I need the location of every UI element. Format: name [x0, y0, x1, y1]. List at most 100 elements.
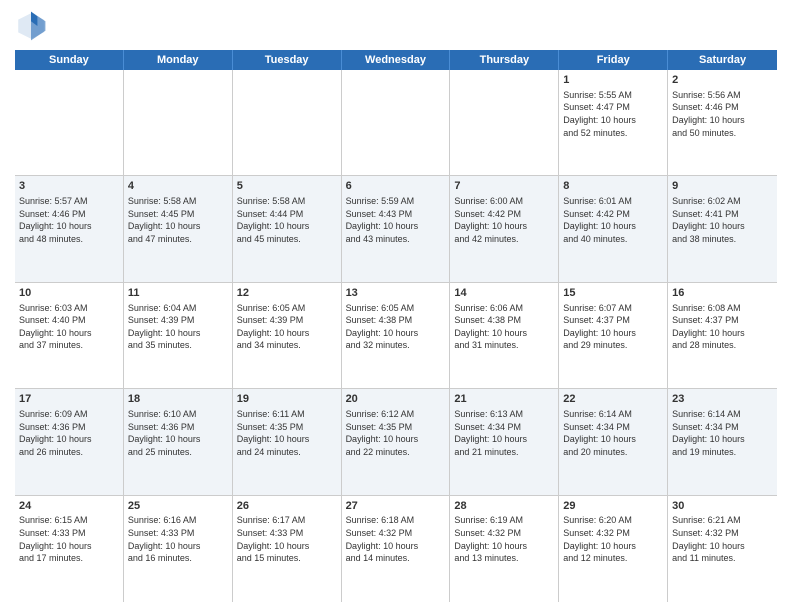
day-23: 23Sunrise: 6:14 AMSunset: 4:34 PMDayligh…	[668, 389, 777, 494]
day-info: Sunrise: 6:08 AMSunset: 4:37 PMDaylight:…	[672, 302, 773, 352]
day-11: 11Sunrise: 6:04 AMSunset: 4:39 PMDayligh…	[124, 283, 233, 388]
day-info: Sunrise: 6:18 AMSunset: 4:32 PMDaylight:…	[346, 514, 446, 564]
day-18: 18Sunrise: 6:10 AMSunset: 4:36 PMDayligh…	[124, 389, 233, 494]
day-info: Sunrise: 6:12 AMSunset: 4:35 PMDaylight:…	[346, 408, 446, 458]
day-20: 20Sunrise: 6:12 AMSunset: 4:35 PMDayligh…	[342, 389, 451, 494]
day-number: 26	[237, 499, 337, 514]
day-number: 23	[672, 392, 773, 407]
day-2: 2Sunrise: 5:56 AMSunset: 4:46 PMDaylight…	[668, 70, 777, 175]
empty-cell	[15, 70, 124, 175]
day-6: 6Sunrise: 5:59 AMSunset: 4:43 PMDaylight…	[342, 176, 451, 281]
day-info: Sunrise: 5:55 AMSunset: 4:47 PMDaylight:…	[563, 89, 663, 139]
day-29: 29Sunrise: 6:20 AMSunset: 4:32 PMDayligh…	[559, 496, 668, 602]
day-number: 3	[19, 179, 119, 194]
day-27: 27Sunrise: 6:18 AMSunset: 4:32 PMDayligh…	[342, 496, 451, 602]
week-row-4: 17Sunrise: 6:09 AMSunset: 4:36 PMDayligh…	[15, 389, 777, 495]
day-info: Sunrise: 6:05 AMSunset: 4:38 PMDaylight:…	[346, 302, 446, 352]
day-14: 14Sunrise: 6:06 AMSunset: 4:38 PMDayligh…	[450, 283, 559, 388]
day-info: Sunrise: 6:09 AMSunset: 4:36 PMDaylight:…	[19, 408, 119, 458]
day-7: 7Sunrise: 6:00 AMSunset: 4:42 PMDaylight…	[450, 176, 559, 281]
day-5: 5Sunrise: 5:58 AMSunset: 4:44 PMDaylight…	[233, 176, 342, 281]
day-3: 3Sunrise: 5:57 AMSunset: 4:46 PMDaylight…	[15, 176, 124, 281]
day-number: 14	[454, 286, 554, 301]
day-info: Sunrise: 6:21 AMSunset: 4:32 PMDaylight:…	[672, 514, 773, 564]
day-number: 21	[454, 392, 554, 407]
empty-cell	[124, 70, 233, 175]
day-number: 10	[19, 286, 119, 301]
header-day-friday: Friday	[559, 50, 668, 70]
calendar-body: 1Sunrise: 5:55 AMSunset: 4:47 PMDaylight…	[15, 70, 777, 602]
day-number: 16	[672, 286, 773, 301]
day-26: 26Sunrise: 6:17 AMSunset: 4:33 PMDayligh…	[233, 496, 342, 602]
header-day-thursday: Thursday	[450, 50, 559, 70]
day-info: Sunrise: 5:58 AMSunset: 4:45 PMDaylight:…	[128, 195, 228, 245]
week-row-1: 1Sunrise: 5:55 AMSunset: 4:47 PMDaylight…	[15, 70, 777, 176]
day-info: Sunrise: 6:07 AMSunset: 4:37 PMDaylight:…	[563, 302, 663, 352]
day-info: Sunrise: 6:19 AMSunset: 4:32 PMDaylight:…	[454, 514, 554, 564]
day-info: Sunrise: 6:15 AMSunset: 4:33 PMDaylight:…	[19, 514, 119, 564]
header-day-wednesday: Wednesday	[342, 50, 451, 70]
header-day-monday: Monday	[124, 50, 233, 70]
day-12: 12Sunrise: 6:05 AMSunset: 4:39 PMDayligh…	[233, 283, 342, 388]
day-info: Sunrise: 6:05 AMSunset: 4:39 PMDaylight:…	[237, 302, 337, 352]
page: SundayMondayTuesdayWednesdayThursdayFrid…	[0, 0, 792, 612]
day-number: 25	[128, 499, 228, 514]
day-info: Sunrise: 6:20 AMSunset: 4:32 PMDaylight:…	[563, 514, 663, 564]
day-info: Sunrise: 6:14 AMSunset: 4:34 PMDaylight:…	[672, 408, 773, 458]
header-day-tuesday: Tuesday	[233, 50, 342, 70]
day-13: 13Sunrise: 6:05 AMSunset: 4:38 PMDayligh…	[342, 283, 451, 388]
day-info: Sunrise: 5:56 AMSunset: 4:46 PMDaylight:…	[672, 89, 773, 139]
day-info: Sunrise: 6:00 AMSunset: 4:42 PMDaylight:…	[454, 195, 554, 245]
day-number: 8	[563, 179, 663, 194]
day-number: 29	[563, 499, 663, 514]
day-number: 5	[237, 179, 337, 194]
day-info: Sunrise: 6:11 AMSunset: 4:35 PMDaylight:…	[237, 408, 337, 458]
day-info: Sunrise: 6:04 AMSunset: 4:39 PMDaylight:…	[128, 302, 228, 352]
day-info: Sunrise: 6:16 AMSunset: 4:33 PMDaylight:…	[128, 514, 228, 564]
day-info: Sunrise: 5:58 AMSunset: 4:44 PMDaylight:…	[237, 195, 337, 245]
day-number: 20	[346, 392, 446, 407]
day-info: Sunrise: 5:59 AMSunset: 4:43 PMDaylight:…	[346, 195, 446, 245]
empty-cell	[450, 70, 559, 175]
day-number: 17	[19, 392, 119, 407]
day-info: Sunrise: 6:10 AMSunset: 4:36 PMDaylight:…	[128, 408, 228, 458]
empty-cell	[233, 70, 342, 175]
day-25: 25Sunrise: 6:16 AMSunset: 4:33 PMDayligh…	[124, 496, 233, 602]
day-number: 13	[346, 286, 446, 301]
logo	[15, 10, 51, 42]
day-19: 19Sunrise: 6:11 AMSunset: 4:35 PMDayligh…	[233, 389, 342, 494]
logo-icon	[15, 10, 47, 42]
day-10: 10Sunrise: 6:03 AMSunset: 4:40 PMDayligh…	[15, 283, 124, 388]
week-row-5: 24Sunrise: 6:15 AMSunset: 4:33 PMDayligh…	[15, 496, 777, 602]
day-number: 22	[563, 392, 663, 407]
day-number: 19	[237, 392, 337, 407]
day-number: 11	[128, 286, 228, 301]
day-15: 15Sunrise: 6:07 AMSunset: 4:37 PMDayligh…	[559, 283, 668, 388]
day-4: 4Sunrise: 5:58 AMSunset: 4:45 PMDaylight…	[124, 176, 233, 281]
day-info: Sunrise: 6:06 AMSunset: 4:38 PMDaylight:…	[454, 302, 554, 352]
day-info: Sunrise: 6:03 AMSunset: 4:40 PMDaylight:…	[19, 302, 119, 352]
calendar-header: SundayMondayTuesdayWednesdayThursdayFrid…	[15, 50, 777, 70]
day-28: 28Sunrise: 6:19 AMSunset: 4:32 PMDayligh…	[450, 496, 559, 602]
header-day-saturday: Saturday	[668, 50, 777, 70]
day-30: 30Sunrise: 6:21 AMSunset: 4:32 PMDayligh…	[668, 496, 777, 602]
day-number: 27	[346, 499, 446, 514]
day-22: 22Sunrise: 6:14 AMSunset: 4:34 PMDayligh…	[559, 389, 668, 494]
week-row-2: 3Sunrise: 5:57 AMSunset: 4:46 PMDaylight…	[15, 176, 777, 282]
day-number: 15	[563, 286, 663, 301]
day-info: Sunrise: 6:13 AMSunset: 4:34 PMDaylight:…	[454, 408, 554, 458]
day-info: Sunrise: 6:17 AMSunset: 4:33 PMDaylight:…	[237, 514, 337, 564]
day-17: 17Sunrise: 6:09 AMSunset: 4:36 PMDayligh…	[15, 389, 124, 494]
day-info: Sunrise: 5:57 AMSunset: 4:46 PMDaylight:…	[19, 195, 119, 245]
day-9: 9Sunrise: 6:02 AMSunset: 4:41 PMDaylight…	[668, 176, 777, 281]
day-1: 1Sunrise: 5:55 AMSunset: 4:47 PMDaylight…	[559, 70, 668, 175]
day-number: 2	[672, 73, 773, 88]
day-info: Sunrise: 6:02 AMSunset: 4:41 PMDaylight:…	[672, 195, 773, 245]
day-number: 30	[672, 499, 773, 514]
day-number: 12	[237, 286, 337, 301]
header-day-sunday: Sunday	[15, 50, 124, 70]
day-24: 24Sunrise: 6:15 AMSunset: 4:33 PMDayligh…	[15, 496, 124, 602]
day-info: Sunrise: 6:14 AMSunset: 4:34 PMDaylight:…	[563, 408, 663, 458]
week-row-3: 10Sunrise: 6:03 AMSunset: 4:40 PMDayligh…	[15, 283, 777, 389]
day-number: 1	[563, 73, 663, 88]
